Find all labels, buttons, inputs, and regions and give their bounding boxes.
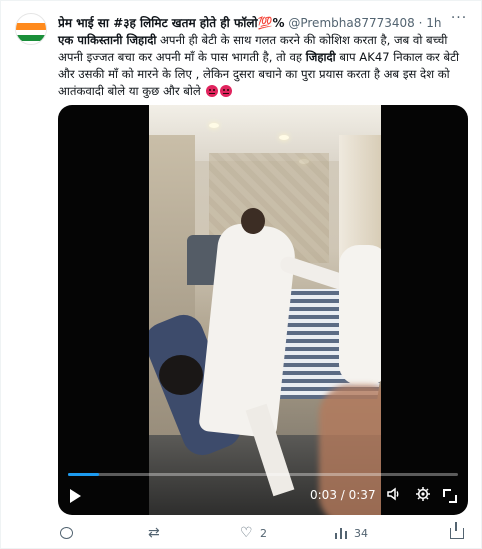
display-name[interactable]: प्रेम भाई सा #३ह लिमिट खतम होते ही फॉलो💯… bbox=[58, 16, 285, 30]
video-duration: 0:37 bbox=[348, 488, 376, 502]
tweet-card[interactable]: प्रेम भाई सा #३ह लिमिट खतम होते ही फॉलो💯… bbox=[0, 0, 482, 549]
heart-icon: ♡ bbox=[240, 525, 253, 541]
views-icon bbox=[334, 527, 348, 539]
video-scene-light bbox=[279, 135, 289, 140]
share-icon bbox=[450, 521, 464, 539]
video-progress-fill bbox=[68, 473, 100, 476]
like-count: 2 bbox=[260, 526, 267, 540]
tweet-text-segment: एक पाकिस्तानी जिहादी bbox=[58, 33, 157, 47]
user-handle[interactable]: @Prembha87773408 bbox=[288, 16, 414, 30]
angry-face-icon bbox=[220, 85, 233, 97]
video-scene-person-head bbox=[241, 208, 265, 234]
play-icon[interactable] bbox=[67, 487, 85, 505]
avatar-flag-saffron bbox=[16, 23, 46, 30]
tweet-text: एक पाकिस्तानी जिहादी अपनी ही बेटी के साथ… bbox=[58, 32, 468, 100]
views-button[interactable]: 34 bbox=[334, 524, 368, 542]
volume-icon[interactable] bbox=[384, 486, 404, 506]
more-options-icon[interactable]: ··· bbox=[449, 11, 469, 28]
separator-dot: · bbox=[418, 16, 423, 30]
tweet-actions: ⇄ ♡ 2 34 bbox=[58, 521, 468, 543]
gear-icon[interactable] bbox=[413, 486, 433, 506]
tweet-text-segment: जिहादी bbox=[305, 50, 336, 64]
like-button[interactable]: ♡ 2 bbox=[240, 524, 267, 542]
video-current-time: 0:03 bbox=[310, 488, 337, 502]
avatar[interactable] bbox=[15, 13, 47, 45]
tweet-header: प्रेम भाई सा #३ह लिमिट खतम होते ही फॉलो💯… bbox=[58, 14, 448, 32]
angry-face-icon bbox=[206, 85, 219, 97]
video-scene-person bbox=[339, 245, 381, 385]
retweet-icon: ⇄ bbox=[148, 525, 160, 541]
fullscreen-icon[interactable] bbox=[440, 486, 460, 506]
reply-icon bbox=[60, 527, 73, 539]
share-button[interactable] bbox=[450, 521, 464, 542]
avatar-flag-green bbox=[16, 35, 46, 41]
reply-button[interactable] bbox=[60, 524, 79, 542]
video-frame[interactable] bbox=[149, 105, 381, 515]
video-time: 0:03 / 0:37 bbox=[310, 488, 376, 502]
views-count: 34 bbox=[354, 526, 368, 540]
retweet-button[interactable]: ⇄ bbox=[148, 524, 168, 542]
video-player[interactable]: 0:03 / 0:37 bbox=[58, 105, 468, 515]
video-scene-light bbox=[209, 123, 219, 128]
video-progress-bar[interactable] bbox=[68, 473, 458, 476]
video-scene-person-head bbox=[159, 355, 203, 395]
post-time[interactable]: 1h bbox=[426, 16, 441, 30]
video-time-separator: / bbox=[336, 488, 349, 502]
